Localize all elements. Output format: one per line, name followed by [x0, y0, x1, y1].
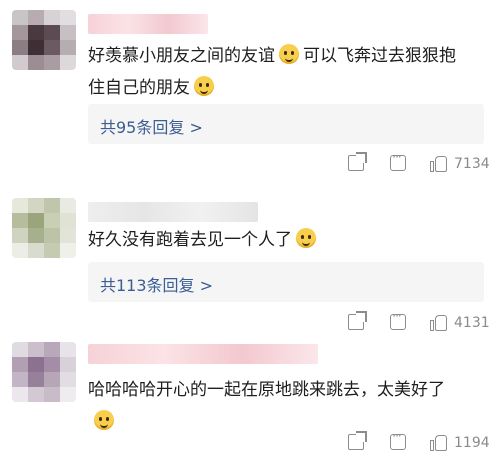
comment-text: 好羡慕小朋友之间的友谊 可以飞奔过去狠狠抱 住自己的朋友 — [88, 40, 480, 104]
replies-label[interactable]: 共113条回复 > — [100, 272, 213, 296]
share-button[interactable] — [348, 152, 367, 171]
comment-text-part: 可以飞奔过去狠狠抱 — [303, 46, 456, 66]
comment-button[interactable] — [390, 150, 406, 171]
share-button[interactable] — [348, 431, 367, 450]
like-button[interactable]: 1194 — [430, 434, 490, 452]
comment-text: 哈哈哈哈开心的一起在原地跳来跳去，太美好了 — [88, 374, 480, 438]
comment-text-part: 住自己的朋友 — [88, 78, 190, 98]
share-button[interactable] — [348, 311, 367, 330]
comment-icon — [390, 429, 406, 450]
thumbs-up-icon — [430, 434, 448, 452]
like-count: 4131 — [454, 315, 490, 331]
avatar[interactable] — [12, 198, 76, 258]
comment-actions: 4131 — [340, 309, 490, 338]
comment-text: 好久没有跑着去见一个人了 — [88, 224, 480, 256]
comment-text-part: 哈哈哈哈开心的一起在原地跳来跳去，太美好了 — [88, 380, 445, 400]
replies-link[interactable]: 共95条回复 > — [88, 104, 484, 144]
thumbs-up-icon — [430, 314, 448, 332]
share-icon — [348, 311, 367, 330]
replies-link[interactable]: 共113条回复 > — [88, 262, 484, 302]
like-count: 1194 — [454, 435, 490, 451]
comment-text-part: 好久没有跑着去见一个人了 — [88, 230, 292, 250]
username-blurred[interactable] — [88, 344, 318, 364]
username-blurred[interactable] — [88, 14, 208, 34]
blushing-face-icon — [296, 228, 316, 248]
comment-text-part: 好羡慕小朋友之间的友谊 — [88, 46, 275, 66]
like-count: 7134 — [454, 156, 490, 172]
smiling-face-icon — [279, 44, 299, 64]
comment-button[interactable] — [390, 429, 406, 450]
happy-face-icon — [94, 410, 114, 430]
comment-button[interactable] — [390, 309, 406, 330]
username-blurred[interactable] — [88, 202, 258, 222]
smiling-face-icon — [194, 76, 214, 96]
avatar[interactable] — [12, 342, 76, 402]
like-button[interactable]: 7134 — [430, 155, 490, 173]
comment-actions: 1194 — [340, 429, 490, 458]
comment-icon — [390, 150, 406, 171]
thumbs-up-icon — [430, 155, 448, 173]
share-icon — [348, 152, 367, 171]
avatar[interactable] — [12, 10, 76, 70]
comment-icon — [390, 309, 406, 330]
like-button[interactable]: 4131 — [430, 314, 490, 332]
replies-label[interactable]: 共95条回复 > — [100, 114, 203, 138]
share-icon — [348, 431, 367, 450]
comment-actions: 7134 — [340, 150, 490, 179]
